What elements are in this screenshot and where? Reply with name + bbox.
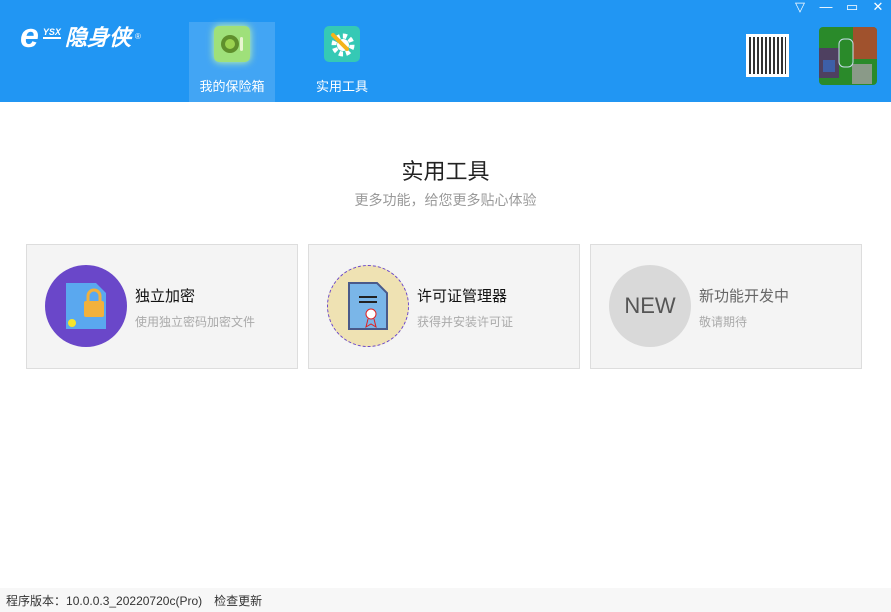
- logo-mark: e: [20, 17, 39, 55]
- version-info: 程序版本：10.0.0.3_20220720c(Pro): [6, 592, 202, 609]
- card-description: 敬请期待: [699, 315, 748, 329]
- card-description: 获得并安装许可证: [417, 315, 514, 329]
- close-button[interactable]: ✕: [865, 0, 891, 14]
- safe-icon: [214, 26, 250, 62]
- card-title: 独立加密: [135, 288, 196, 305]
- tab-label: 实用工具: [315, 79, 368, 94]
- logo-registered: ®: [134, 31, 141, 41]
- card-title: 新功能开发中: [699, 288, 790, 305]
- tab-tools[interactable]: 实用工具: [299, 22, 385, 102]
- card-license-manager[interactable]: 许可证管理器 获得并安装许可证: [308, 244, 580, 369]
- check-update-link[interactable]: 检查更新: [214, 592, 262, 609]
- card-description: 使用独立密码加密文件: [135, 315, 256, 329]
- status-bar: 程序版本：10.0.0.3_20220720c(Pro) 检查更新: [0, 588, 891, 612]
- window-controls: ▽ — ▭ ✕: [787, 0, 891, 14]
- minimize-button[interactable]: —: [813, 0, 839, 14]
- header-bar: e YSX 隐身侠 ® 我的保险箱 实用工具 ▽ — ▭ ✕: [0, 0, 891, 102]
- app-logo: e YSX 隐身侠 ®: [20, 17, 141, 55]
- card-standalone-encryption[interactable]: 独立加密 使用独立密码加密文件: [26, 244, 298, 369]
- version-label: 程序版本：: [6, 593, 67, 608]
- card-title: 许可证管理器: [417, 288, 508, 305]
- user-avatar[interactable]: [819, 27, 877, 85]
- qr-code[interactable]: [746, 34, 789, 77]
- card-coming-soon: NEW 新功能开发中 敬请期待: [590, 244, 862, 369]
- tab-label: 我的保险箱: [199, 79, 265, 94]
- new-badge: NEW: [609, 265, 691, 347]
- tab-my-safe[interactable]: 我的保险箱: [189, 22, 275, 102]
- page-title: 实用工具: [401, 159, 490, 184]
- lock-file-icon: [45, 265, 127, 347]
- maximize-button[interactable]: ▭: [839, 0, 865, 14]
- logo-ysx: YSX: [42, 27, 61, 39]
- page-subtitle: 更多功能，给您更多贴心体验: [354, 192, 537, 208]
- tools-icon: [324, 26, 360, 62]
- menu-dropdown-button[interactable]: ▽: [787, 0, 813, 14]
- logo-name: 隐身侠: [64, 25, 131, 50]
- version-value: 10.0.0.3_20220720c(Pro): [66, 593, 203, 608]
- certificate-icon: [327, 265, 409, 347]
